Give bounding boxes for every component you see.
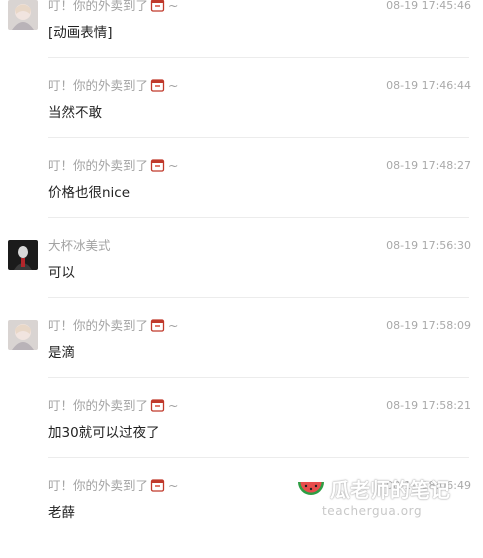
message-time: 08-19 17:56:30 (386, 239, 471, 252)
message-time: 08-19 17:58:21 (386, 399, 471, 412)
watermark: 瓜老师的笔记 teachergua.org (296, 474, 476, 520)
takeout-bag-icon (150, 478, 165, 496)
message-divider (48, 217, 469, 218)
message-text: 价格也很nice (48, 185, 131, 201)
message-divider (48, 457, 469, 458)
sender-name: 叮！你的外卖到了 ~ (48, 158, 179, 176)
message-time: 08-19 17:48:27 (386, 159, 471, 172)
message-divider (48, 297, 469, 298)
message-time: 08-19 17:58:09 (386, 319, 471, 332)
message-text: [动画表情] (48, 25, 113, 41)
message-divider (48, 57, 469, 58)
message-time: 08-19 17:45:46 (386, 0, 471, 12)
message-time: 08-19 17:46:44 (386, 79, 471, 92)
message-text: 是滴 (48, 345, 75, 361)
user-avatar[interactable] (8, 0, 38, 30)
takeout-bag-icon (150, 78, 165, 96)
message-text: 加30就可以过夜了 (48, 425, 160, 441)
watermark-url: teachergua.org (322, 504, 423, 518)
message-text: 可以 (48, 265, 75, 281)
sender-name: 叮！你的外卖到了 ~ (48, 0, 179, 16)
sender-name: 叮！你的外卖到了 ~ (48, 398, 179, 416)
message-text: 老薛 (48, 505, 75, 521)
message-divider (48, 377, 469, 378)
takeout-bag-icon (150, 0, 165, 16)
watermark-title: 瓜老师的笔记 (330, 478, 450, 502)
chat-message: 大杯冰美式 08-19 17:56:30 可以 (0, 238, 483, 318)
chat-message: 叮！你的外卖到了 ~ 08-19 17:48:27 价格也很nice (0, 158, 483, 238)
takeout-bag-icon (150, 398, 165, 416)
sender-name: 叮！你的外卖到了 ~ (48, 78, 179, 96)
user-avatar[interactable] (8, 240, 38, 270)
chat-message-list: 叮！你的外卖到了 ~ 08-19 17:45:46 [动画表情] 叮！你的外卖到了… (0, 0, 483, 524)
chat-message: 叮！你的外卖到了 ~ 08-19 17:58:09 是滴 (0, 318, 483, 398)
chat-message: 叮！你的外卖到了 ~ 08-19 17:46:44 当然不敢 (0, 78, 483, 158)
sender-name: 叮！你的外卖到了 ~ (48, 478, 179, 496)
takeout-bag-icon (150, 158, 165, 176)
chat-message: 叮！你的外卖到了 ~ 08-19 17:45:46 [动画表情] (0, 0, 483, 78)
user-avatar[interactable] (8, 320, 38, 350)
watermelon-icon (296, 478, 326, 506)
message-text: 当然不敢 (48, 105, 102, 121)
takeout-bag-icon (150, 318, 165, 336)
sender-name: 叮！你的外卖到了 ~ (48, 318, 179, 336)
message-divider (48, 137, 469, 138)
sender-name: 大杯冰美式 (48, 238, 111, 253)
chat-message: 叮！你的外卖到了 ~ 08-19 17:58:21 加30就可以过夜了 (0, 398, 483, 478)
